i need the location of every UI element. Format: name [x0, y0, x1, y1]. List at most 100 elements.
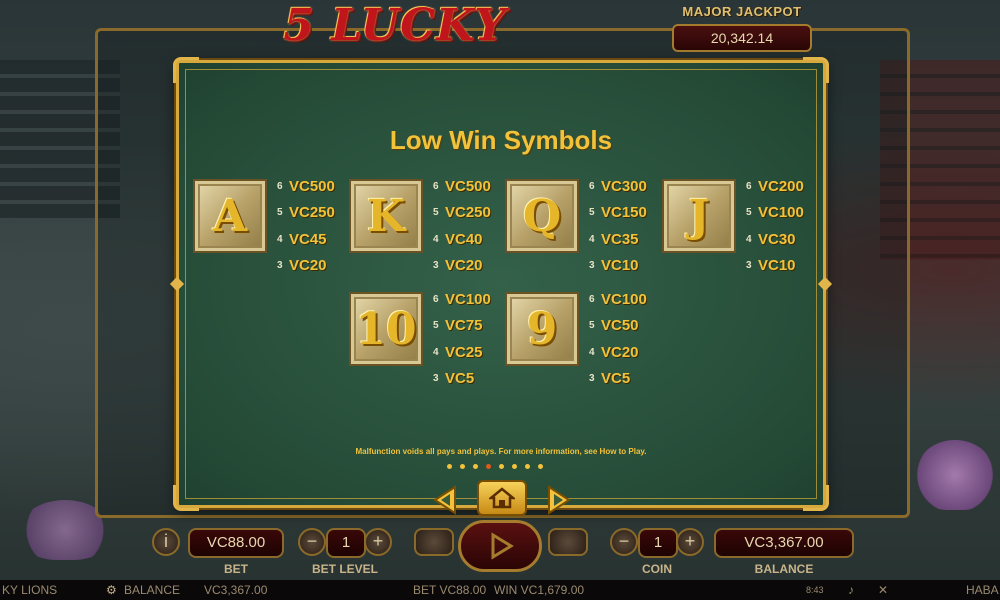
pay-row: 6 VC300	[589, 173, 647, 200]
coin-decrease-button[interactable]: −	[610, 528, 638, 556]
pay-list: 6 VC500 5 VC250 4 VC45 3 VC20	[277, 173, 335, 279]
pay-value: VC150	[601, 204, 647, 222]
pay-count: 4	[277, 233, 283, 245]
page-indicator	[447, 464, 543, 469]
pay-value: VC10	[601, 257, 639, 275]
game-logo: 5 LUCKY LIONS	[283, 0, 507, 107]
arrow-left-icon	[433, 485, 456, 515]
pay-row: 5 VC250	[277, 200, 335, 227]
symbol-glyph: 10	[355, 303, 417, 355]
pay-row: 6 VC500	[277, 173, 335, 200]
close-icon[interactable]: ✕	[878, 580, 888, 600]
settings-icon[interactable]: ⚙	[106, 580, 117, 600]
pay-row: 6 VC100	[589, 286, 647, 313]
symbol-tile: K	[349, 179, 423, 253]
page-dot-5[interactable]	[499, 464, 504, 469]
coin-increase-button[interactable]: +	[676, 528, 704, 556]
info-button[interactable]: i	[152, 528, 180, 556]
coin-label: COIN	[642, 562, 672, 576]
pay-value: VC35	[601, 230, 639, 248]
page-dot-7[interactable]	[525, 464, 530, 469]
page-dot-3[interactable]	[473, 464, 478, 469]
page-dot-4[interactable]	[486, 464, 491, 469]
pay-count: 6	[277, 180, 283, 192]
pay-count: 5	[589, 207, 595, 219]
pay-value: VC200	[758, 177, 804, 195]
pay-row: 4 VC20	[589, 339, 647, 366]
symbol-glyph: K	[366, 190, 406, 242]
arrow-right-icon	[548, 485, 571, 515]
turbo-button[interactable]	[548, 528, 588, 556]
jackpot-label: MAJOR JACKPOT	[682, 4, 802, 19]
sound-icon[interactable]: ♪	[848, 580, 854, 600]
play-icon	[491, 532, 514, 560]
page-dot-2[interactable]	[460, 464, 465, 469]
status-brand: HABA	[966, 583, 999, 597]
symbol-tile: J	[662, 179, 736, 253]
pay-value: VC5	[601, 370, 631, 388]
pay-count: 3	[589, 373, 595, 385]
pay-count: 5	[433, 320, 439, 332]
page-dot-8[interactable]	[538, 464, 543, 469]
status-bet: BET VC88.00	[413, 583, 487, 597]
pay-value: VC300	[601, 177, 647, 195]
pay-row: 5 VC250	[433, 200, 491, 227]
pay-row: 4 VC45	[277, 226, 335, 253]
pay-row: 5 VC50	[589, 313, 647, 340]
symbol-entry-a: A 6 VC500 5 VC250 4 VC45 3 VC20	[193, 178, 351, 274]
symbol-entry-q: Q 6 VC300 5 VC150 4 VC35 3 VC10	[505, 178, 663, 274]
balance-label: BALANCE	[754, 562, 814, 576]
jackpot-value: 20,342.14	[672, 24, 812, 52]
pay-row: 3 VC10	[589, 253, 647, 280]
status-balance-value: VC3,367.00	[204, 583, 268, 597]
page-dot-6[interactable]	[512, 464, 517, 469]
autoplay-button[interactable]	[414, 528, 454, 556]
pay-row: 4 VC30	[746, 226, 804, 253]
corner-ornament-top-right	[803, 57, 829, 83]
status-win: WIN VC1,679.00	[494, 583, 585, 597]
pay-count: 6	[589, 293, 595, 305]
home-button[interactable]	[477, 480, 527, 516]
symbol-tile: 10	[349, 292, 423, 366]
bet-level-increase-button[interactable]: +	[364, 528, 392, 556]
symbol-entry-k: K 6 VC500 5 VC250 4 VC40 3 VC20	[349, 177, 507, 274]
pay-count: 6	[589, 180, 595, 192]
pay-value: VC500	[445, 177, 491, 195]
symbol-tile: A	[193, 179, 267, 253]
pay-count: 4	[589, 346, 595, 358]
home-icon	[489, 487, 515, 509]
pay-value: VC75	[445, 317, 483, 335]
pay-list: 6 VC100 5 VC75 4 VC25 3 VC5	[433, 286, 491, 392]
pay-row: 4 VC40	[433, 226, 491, 253]
pay-count: 3	[589, 260, 595, 272]
pay-value: VC45	[289, 230, 327, 248]
pay-count: 5	[589, 320, 595, 332]
status-balance-label: BALANCE	[124, 583, 181, 597]
pay-count: 3	[746, 260, 752, 272]
symbol-entry-9: 9 6 VC100 5 VC50 4 VC20 3 VC5	[505, 291, 663, 387]
symbol-glyph: J	[688, 190, 710, 242]
next-page-button[interactable]	[541, 483, 575, 517]
symbol-entry-j: J 6 VC200 5 VC100 4 VC30 3 VC10	[662, 177, 820, 274]
pay-value: VC100	[445, 290, 491, 308]
spin-button[interactable]	[458, 520, 542, 572]
pay-count: 6	[746, 180, 752, 192]
pay-row: 5 VC150	[589, 200, 647, 227]
bet-level-decrease-button[interactable]: −	[298, 528, 326, 556]
pay-count: 5	[746, 207, 752, 219]
bet-label: BET	[224, 562, 248, 576]
pay-value: VC250	[289, 204, 335, 222]
lotus-flower-right	[915, 440, 995, 510]
previous-page-button[interactable]	[429, 483, 463, 517]
pay-count: 4	[433, 346, 439, 358]
symbol-tile: Q	[505, 179, 579, 253]
page-dot-1[interactable]	[447, 464, 452, 469]
pay-row: 3 VC20	[277, 253, 335, 280]
pay-value: VC25	[445, 343, 483, 361]
pay-count: 5	[277, 207, 283, 219]
pay-value: VC100	[601, 290, 647, 308]
pay-value: VC50	[601, 317, 639, 335]
symbol-tile: 9	[505, 292, 579, 366]
pay-count: 5	[433, 207, 439, 219]
pay-count: 4	[589, 233, 595, 245]
